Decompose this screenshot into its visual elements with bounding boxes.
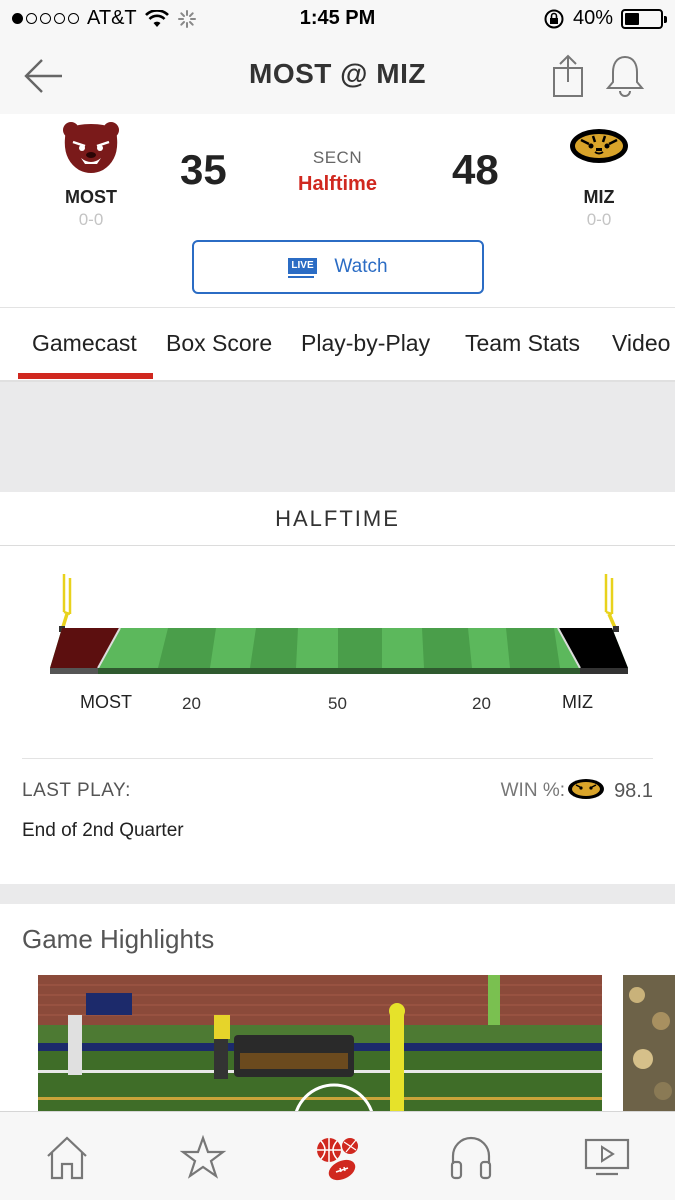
field-card: HALFTIME MOST 20 50 20 MIZ LAST PLAY: En… [0,492,675,884]
tab-gamecast[interactable]: Gamecast [32,330,137,357]
share-icon[interactable] [548,54,588,98]
section-separator [0,884,675,904]
highlight-video-thumbnail[interactable] [623,975,675,1115]
win-probability-label: WIN %: [500,780,565,801]
left-endzone-label: MOST [80,692,132,712]
right-goalpost-icon [604,574,619,632]
away-team[interactable]: MIZ 0-0 [554,120,644,230]
battery-icon [621,8,667,29]
watch-live-button[interactable]: LIVE Watch [192,240,484,294]
last-play-label: LAST PLAY: [22,780,131,801]
yard-marker: 50 [328,694,347,713]
notification-bell-icon[interactable] [604,54,646,98]
bottom-tab-bar [0,1111,675,1200]
highlights-title: Game Highlights [22,924,215,954]
navigation-bar: MOST @ MIZ [0,38,675,114]
live-badge-label: LIVE [288,258,317,274]
highlight-video-thumbnail[interactable] [38,975,602,1115]
tab-video[interactable]: Video [612,330,670,357]
gamecast-tabs: Gamecast Box Score Play-by-Play Team Sta… [0,308,675,382]
left-goalpost-icon [59,574,72,632]
yard-marker: 20 [472,694,491,713]
home-team-record: 0-0 [78,210,104,229]
gamecast-screen: AT&T 1:45 PM 40% MOST @ MIZ MOST 0-0 35 … [0,0,675,1200]
watch-button-label: Watch [334,256,388,277]
win-probability-value: 98.1 [614,780,653,802]
status-bar: AT&T 1:45 PM 40% [0,0,675,38]
audio-headphones-icon[interactable] [446,1132,496,1182]
favorites-star-icon[interactable] [178,1132,228,1182]
away-team-abbr: MIZ [583,187,615,207]
divider [22,758,653,759]
scoreboard: MOST 0-0 35 SECN Halftime 48 MIZ 0-0 LIV… [0,114,675,308]
ad-placeholder [0,382,675,492]
status-right: 40% [543,7,667,30]
tab-box-score[interactable]: Box Score [166,330,272,357]
rotation-lock-icon [544,9,564,28]
live-tv-icon: LIVE [288,255,317,279]
home-icon[interactable] [42,1132,92,1182]
away-team-record: 0-0 [586,210,612,229]
right-endzone-label: MIZ [562,692,593,712]
period-header: HALFTIME [0,492,675,546]
scores-icon[interactable] [312,1132,362,1182]
battery-percent: 40% [572,7,613,29]
active-tab-indicator [18,373,153,379]
tab-play-by-play[interactable]: Play-by-Play [301,330,430,357]
video-frame-image [38,975,602,1115]
tiger-logo-icon [570,129,628,163]
video-play-icon[interactable] [582,1132,632,1182]
tab-team-stats[interactable]: Team Stats [465,330,580,357]
yard-marker: 20 [182,694,201,713]
football-field [50,574,628,674]
away-score: 48 [452,146,499,193]
last-play-text: End of 2nd Quarter [22,820,184,841]
video-frame-image [623,975,675,1115]
tiger-logo-icon [568,779,604,799]
